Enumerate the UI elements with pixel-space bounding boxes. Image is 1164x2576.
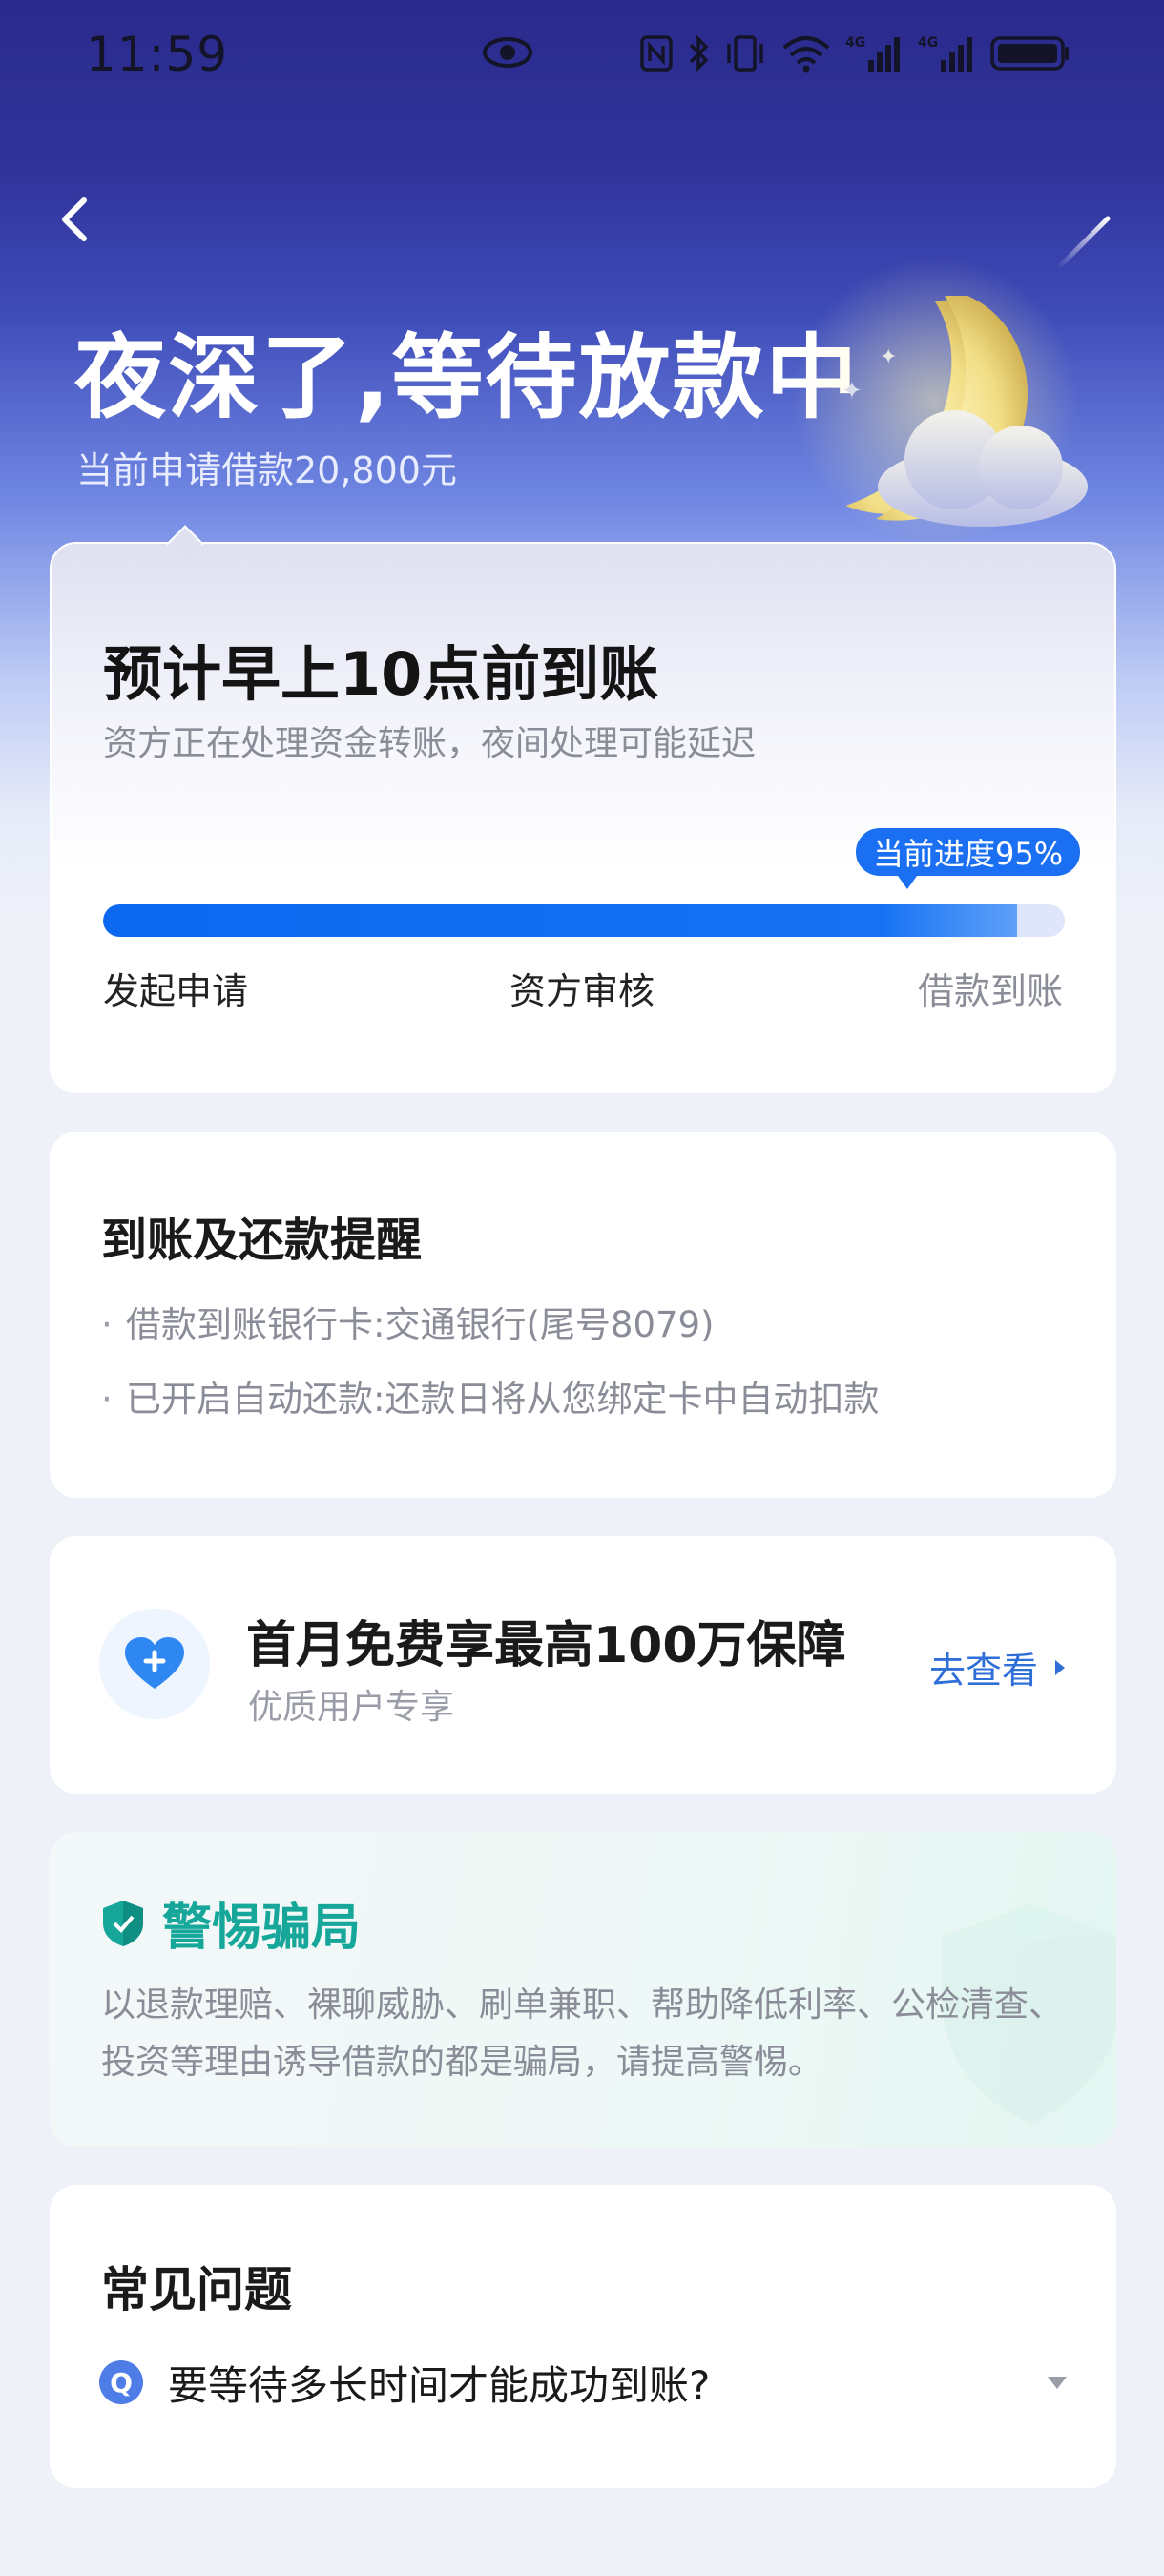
page-title: 夜深了,等待放款中 <box>74 324 860 431</box>
reminder-bank-card: 借款到账银行卡:交通银行(尾号8079) <box>126 1304 715 1345</box>
eta-description: 资方正在处理资金转账，夜间处理可能延迟 <box>103 724 757 763</box>
step-review: 资方审核 <box>509 970 655 1012</box>
battery-icon <box>990 32 1070 74</box>
faq-title: 常见问题 <box>101 2262 292 2317</box>
moon-cloud-illustration <box>792 210 1116 544</box>
status-icons: 4G 4G <box>639 32 1070 74</box>
4g-signal-icon: 4G <box>918 32 977 74</box>
step-disbursed: 借款到账 <box>917 970 1063 1012</box>
insurance-title: 首月免费享最高100万保障 <box>246 1617 846 1674</box>
shield-icon <box>103 1900 143 1946</box>
progress-badge: 当前进度95% <box>853 825 1084 889</box>
reminder-card: 到账及还款提醒 · 借款到账银行卡:交通银行(尾号8079) · 已开启自动还款:还… <box>50 1132 1116 1498</box>
warning-text: 以退款理赔、裸聊威胁、刷单兼职、帮助降低利率、公检清查、投资等理由诱导借款的都是… <box>101 1985 1064 2082</box>
reminder-auto-repay: 已开启自动还款:还款日将从您绑定卡中自动扣款 <box>126 1379 880 1420</box>
caret-right-icon <box>1055 1659 1065 1675</box>
progress-card: 预计早上10点前到账 资方正在处理资金转账，夜间处理可能延迟 当前进度95% 发… <box>50 525 1116 1093</box>
progress-bar-fill <box>103 904 1017 937</box>
fraud-warning-card: 警惕骗局 以退款理赔、裸聊威胁、刷单兼职、帮助降低利率、公检清查、投资等理由诱导… <box>50 1832 1116 2147</box>
status-bar: 11:59 4G 4G <box>0 0 1164 114</box>
vibrate-icon <box>723 32 767 74</box>
eye-icon <box>482 36 533 73</box>
bullet-icon: · <box>101 1304 113 1345</box>
progress-bar <box>103 904 1065 937</box>
4g-signal-icon: 4G <box>845 32 904 74</box>
insurance-card[interactable]: 首月免费享最高100万保障 优质用户专享 去查看 <box>50 1536 1116 1794</box>
bullet-icon: · <box>101 1379 113 1420</box>
nfc-icon <box>639 32 674 74</box>
bluetooth-icon <box>687 32 710 74</box>
list-item: · 已开启自动还款:还款日将从您绑定卡中自动扣款 <box>101 1370 879 1422</box>
svg-text:4G: 4G <box>918 35 938 51</box>
warning-header: 警惕骗局 <box>101 1887 361 1959</box>
list-item: · 借款到账银行卡:交通银行(尾号8079) <box>101 1296 715 1347</box>
reminder-title: 到账及还款提醒 <box>101 1214 423 1267</box>
warning-title: 警惕骗局 <box>162 1900 362 1957</box>
back-button[interactable] <box>48 189 105 251</box>
faq-card: 常见问题 Q 要等待多长时间才能成功到账? <box>50 2185 1116 2488</box>
insurance-subtitle: 优质用户专享 <box>248 1688 455 1727</box>
eta-title: 预计早上10点前到账 <box>103 639 659 709</box>
status-time: 11:59 <box>86 27 229 82</box>
view-insurance-link[interactable]: 去查看 <box>929 1641 1067 1693</box>
view-link-label: 去查看 <box>928 1650 1038 1692</box>
caret-down-icon[interactable] <box>1048 2376 1067 2389</box>
svg-text:4G: 4G <box>845 35 865 51</box>
faq-item[interactable]: Q 要等待多长时间才能成功到账? <box>99 2349 1067 2416</box>
chevron-left-icon <box>62 197 87 241</box>
heart-plus-icon <box>99 1609 210 1719</box>
step-apply: 发起申请 <box>103 970 249 1012</box>
wifi-icon <box>780 32 832 74</box>
question-badge-icon: Q <box>99 2360 143 2404</box>
loan-amount-subtitle: 当前申请借款20,800元 <box>76 449 457 491</box>
faq-question-text: 要等待多长时间才能成功到账? <box>168 2361 711 2409</box>
